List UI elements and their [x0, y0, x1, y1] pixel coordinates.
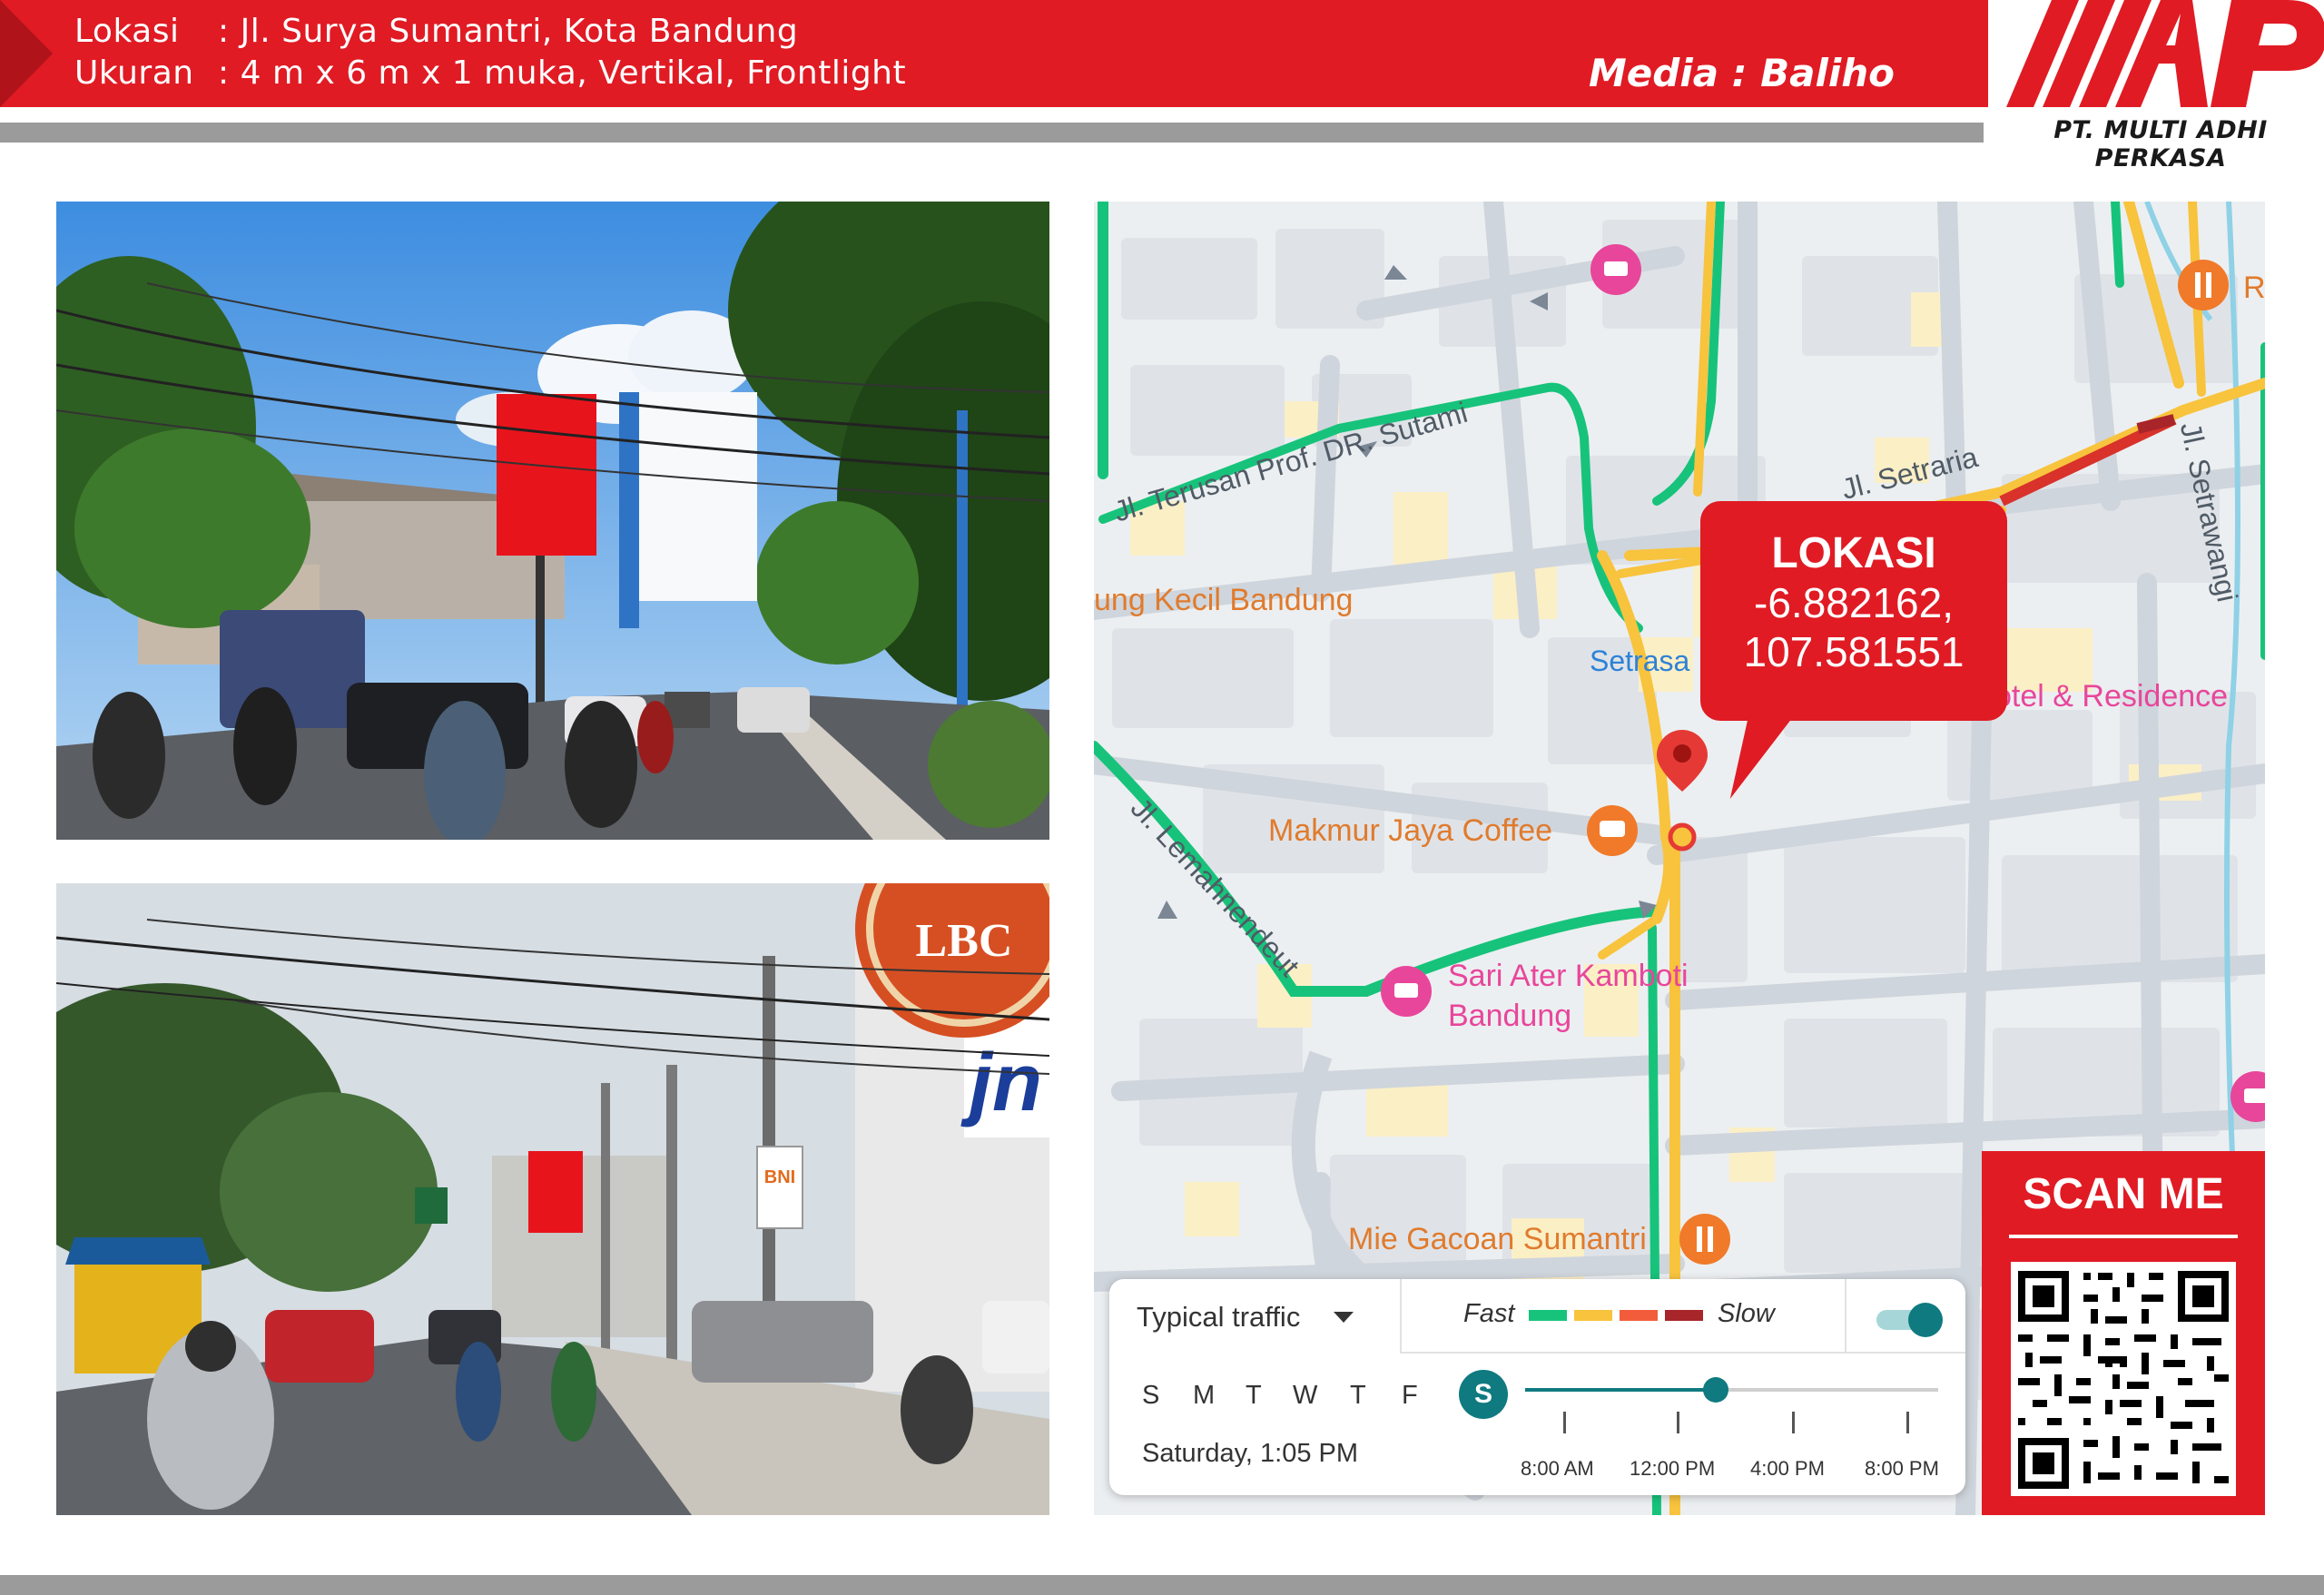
qr-code[interactable]	[2011, 1262, 2236, 1496]
lokasi-label: Lokasi	[74, 13, 180, 50]
time-label-8pm: 8:00 PM	[1865, 1457, 1939, 1480]
traffic-datetime: Saturday, 1:05 PM	[1142, 1439, 1359, 1468]
company-name: PT. MULTI ADHI PERKASA	[2053, 116, 2268, 172]
legend-swatch-mid	[1574, 1310, 1612, 1321]
time-label-12pm: 12:00 PM	[1630, 1457, 1716, 1480]
time-slider-fill	[1525, 1388, 1716, 1392]
header-lokasi: Lokasi: Jl. Surya Sumantri, Kota Bandung	[74, 13, 798, 50]
lokasi-sep: :	[218, 13, 230, 50]
divider	[1400, 1279, 1402, 1354]
bni-sign: BNI	[764, 1167, 795, 1187]
chevron-down-icon[interactable]	[1334, 1312, 1354, 1323]
callout-title: LOKASI	[1771, 529, 1936, 577]
scan-divider	[2009, 1235, 2238, 1238]
photo-bottom: jn LBC BNI	[56, 883, 1049, 1515]
lokasi-value: Jl. Surya Sumantri, Kota Bandung	[240, 13, 799, 50]
place-r-edge: R	[2243, 271, 2265, 305]
location-callout: LOKASI -6.882162, 107.581551	[1700, 501, 2007, 721]
legend-swatch-slowest	[1665, 1310, 1703, 1321]
legend-fast: Fast	[1463, 1299, 1515, 1328]
day-thu[interactable]: T	[1350, 1381, 1366, 1411]
time-tick	[1792, 1412, 1795, 1433]
legend-swatch-fast	[1529, 1310, 1567, 1321]
media-label: Media : Baliho	[1588, 51, 1895, 95]
ukuran-label: Ukuran	[74, 54, 194, 92]
time-tick	[1563, 1412, 1566, 1433]
place-kecil-bandung: ung Kecil Bandung	[1094, 583, 1354, 617]
day-sun[interactable]: S	[1142, 1381, 1159, 1411]
time-slider-handle[interactable]	[1703, 1377, 1728, 1403]
traffic-mode-dropdown[interactable]: Typical traffic	[1137, 1301, 1300, 1334]
day-tue[interactable]: T	[1246, 1381, 1262, 1411]
photo-top	[56, 202, 1049, 840]
ukuran-sep: :	[218, 54, 230, 92]
time-label-8am: 8:00 AM	[1521, 1457, 1594, 1480]
callout-lng: 107.581551	[1743, 628, 1965, 675]
callout-lat: -6.882162,	[1754, 579, 1954, 626]
scan-me-title: SCAN ME	[2023, 1170, 2224, 1218]
scan-me-box: SCAN ME	[1982, 1151, 2265, 1515]
place-mie-gacoan: Mie Gacoan Sumantri	[1348, 1222, 1647, 1256]
time-tick	[1906, 1412, 1909, 1433]
day-mon[interactable]: M	[1193, 1381, 1215, 1411]
day-wed[interactable]: W	[1293, 1381, 1317, 1411]
time-label-4pm: 4:00 PM	[1750, 1457, 1825, 1480]
place-sari-ater-2: Bandung	[1448, 999, 1572, 1033]
time-tick	[1677, 1412, 1679, 1433]
day-sat-selected[interactable]: S	[1459, 1370, 1508, 1419]
day-fri[interactable]: F	[1402, 1381, 1418, 1411]
traffic-panel: Typical traffic Fast Slow S M T W T F Sa…	[1109, 1279, 1965, 1495]
divider	[1400, 1352, 1965, 1354]
legend-slow: Slow	[1718, 1299, 1775, 1328]
place-setrasari: Setrasa	[1590, 645, 1690, 677]
ukuran-value: 4 m x 6 m x 1 muka, Vertikal, Frontlight	[240, 54, 907, 92]
legend-swatch-slow	[1620, 1310, 1658, 1321]
header-arrow-icon	[0, 0, 53, 107]
place-hotel: otel & Residence	[1994, 679, 2229, 714]
place-makmur-jaya: Makmur Jaya Coffee	[1268, 813, 1553, 848]
bottom-gray-bar	[0, 1575, 2324, 1595]
place-sari-ater-1: Sari Ater Kamboti	[1448, 959, 1689, 993]
lbc-sign: LBC	[916, 915, 1013, 967]
traffic-toggle-knob[interactable]	[1908, 1303, 1943, 1337]
top-gray-bar	[0, 123, 1984, 143]
divider	[1845, 1279, 1846, 1354]
header-ukuran: Ukuran: 4 m x 6 m x 1 muka, Vertikal, Fr…	[74, 54, 906, 92]
